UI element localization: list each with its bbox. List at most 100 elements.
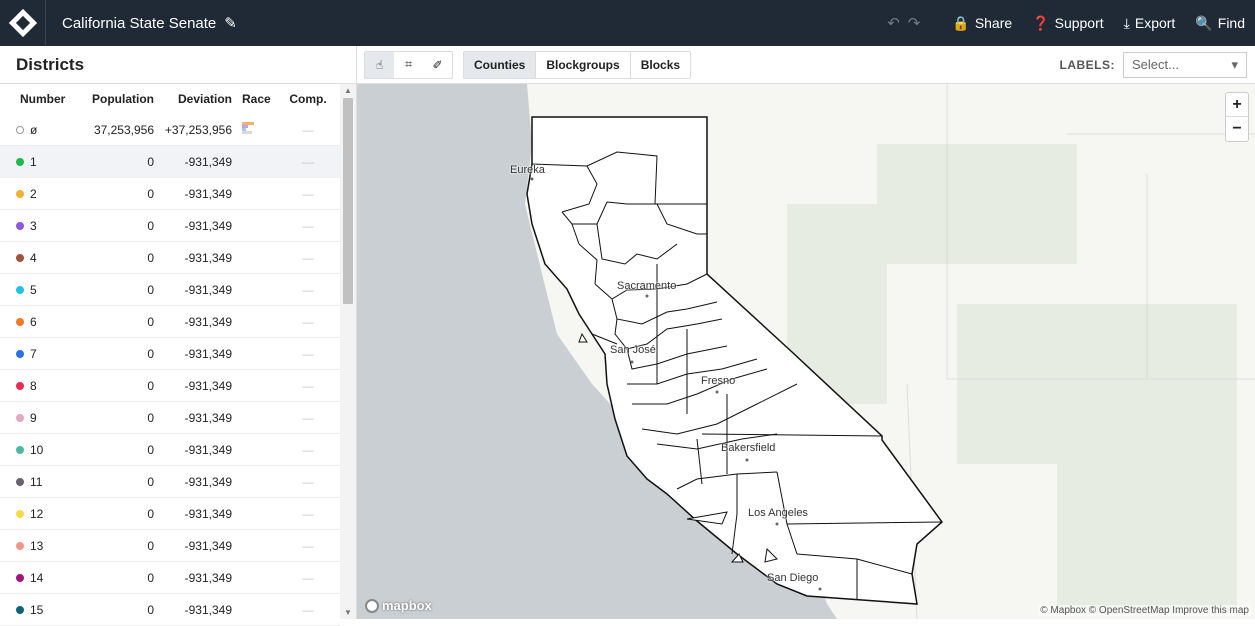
district-number: 1 [30,154,37,169]
zoom-in-button[interactable]: + [1226,93,1248,117]
download-icon: ⤓ [1123,14,1130,31]
city-label-san-jose: San José [610,344,656,356]
chevron-down-icon: ▾ [1231,56,1238,72]
district-row[interactable]: 11 0 -931,349 — [0,466,340,498]
zoom-control: + − [1225,92,1249,142]
undo-icon[interactable]: ↶ [887,14,900,32]
district-row[interactable]: 4 0 -931,349 — [0,242,340,274]
district-row[interactable]: 3 0 -931,349 — [0,210,340,242]
labels-label: LABELS: [1059,57,1115,72]
pan-tool-icon[interactable]: ☝ [365,51,394,78]
race-chart-icon [242,122,254,134]
find-button[interactable]: 🔍 Find [1185,0,1255,46]
city-label-eureka: Eureka [510,164,545,176]
district-population: 0 [147,154,154,169]
col-race-header[interactable]: Race [232,92,280,106]
district-color-dot [16,509,24,518]
panel-title: Districts [0,46,356,84]
district-deviation: -931,349 [184,314,232,329]
district-color-dot [16,253,24,262]
district-row[interactable]: 10 0 -931,349 — [0,434,340,466]
rectangle-select-icon[interactable]: ⌗ [394,52,423,78]
district-list: ø 37,253,956 +37,253,956—1 0 -931,349—2 0 -931… [0,114,340,626]
district-color-dot [16,285,24,294]
district-compactness: — [302,122,314,137]
district-row[interactable]: 12 0 -931,349 — [0,498,340,530]
district-number: 5 [30,282,37,297]
district-population: 0 [147,474,154,489]
district-color-dot [16,445,24,454]
district-population: 0 [147,506,154,521]
district-number: 14 [30,570,44,585]
district-number: 12 [30,506,44,521]
district-color-dot [16,189,24,198]
district-population: 0 [147,442,154,457]
district-compactness: — [302,474,314,489]
district-number: ø [30,122,38,137]
unit-counties[interactable]: Counties [464,51,537,78]
district-compactness: — [302,250,314,265]
brush-icon[interactable]: ✐ [423,52,452,78]
districts-panel: Districts Number Population Deviation Ra… [0,46,357,626]
district-number: 15 [30,602,44,617]
district-row[interactable]: ø 37,253,956 +37,253,956 — [0,114,340,146]
panel-scrollbar[interactable]: ▲ ▼ [340,84,356,619]
district-row[interactable]: 15 0 -931,349 — [0,594,340,626]
district-deviation: -931,349 [184,154,232,169]
col-population-header[interactable]: Population [74,92,154,106]
district-row[interactable]: 5 0 -931,349 — [0,274,340,306]
district-number: 7 [30,346,37,361]
redo-icon[interactable]: ↷ [908,14,921,32]
district-color-dot [16,125,24,134]
export-button[interactable]: ⤓ Export [1114,0,1186,46]
pencil-icon[interactable]: ✎ [224,14,237,32]
district-row[interactable]: 2 0 -931,349 — [0,178,340,210]
district-row[interactable]: 1 0 -931,349 — [0,146,340,178]
app-logo[interactable] [0,0,46,46]
district-population: 0 [147,602,154,617]
scrollbar-thumb[interactable] [343,98,353,304]
district-population: 0 [147,346,154,361]
district-population: 0 [147,314,154,329]
project-title[interactable]: California State Senate ✎ [62,14,237,33]
question-icon: ❓ [1032,14,1050,31]
support-button[interactable]: ❓ Support [1022,0,1113,46]
district-population: 0 [147,538,154,553]
district-row[interactable]: 7 0 -931,349 — [0,338,340,370]
district-compactness: — [302,378,314,393]
district-color-dot [16,221,24,230]
unit-blockgroups[interactable]: Blockgroups [536,51,631,78]
district-compactness: — [302,154,314,169]
labels-select[interactable]: Select... ▾ [1123,51,1247,78]
col-comp-header[interactable]: Comp. [280,92,336,106]
district-race [232,122,280,137]
export-label: Export [1134,15,1176,31]
unit-blocks[interactable]: Blocks [631,52,690,78]
map-canvas[interactable]: Eureka Sacramento San José Fresno Bakers… [357,84,1255,619]
district-color-dot [16,573,24,582]
map-attribution[interactable]: © Mapbox © OpenStreetMap Improve this ma… [1038,605,1251,616]
col-deviation-header[interactable]: Deviation [154,92,232,106]
col-number-header[interactable]: Number [0,92,74,106]
district-compactness: — [302,186,314,201]
share-button[interactable]: 🔒 Share [942,0,1022,46]
district-row[interactable]: 6 0 -931,349 — [0,306,340,338]
district-color-dot [16,381,24,390]
district-number: 3 [30,218,37,233]
district-row[interactable]: 13 0 -931,349 — [0,530,340,562]
district-population: 0 [147,186,154,201]
district-number: 13 [30,538,44,553]
lock-icon: 🔒 [952,14,970,31]
district-deviation: -931,349 [184,570,232,585]
district-row[interactable]: 9 0 -931,349 — [0,402,340,434]
mapbox-logo[interactable]: mapbox [365,598,432,613]
district-row[interactable]: 14 0 -931,349 — [0,562,340,594]
unit-selector: Counties Blockgroups Blocks [463,50,692,79]
zoom-out-button[interactable]: − [1226,117,1248,141]
district-deviation: -931,349 [184,538,232,553]
district-number: 9 [30,410,37,425]
district-color-dot [16,317,24,326]
district-row[interactable]: 8 0 -931,349 — [0,370,340,402]
labels-select-value: Select... [1132,57,1179,72]
district-compactness: — [302,346,314,361]
